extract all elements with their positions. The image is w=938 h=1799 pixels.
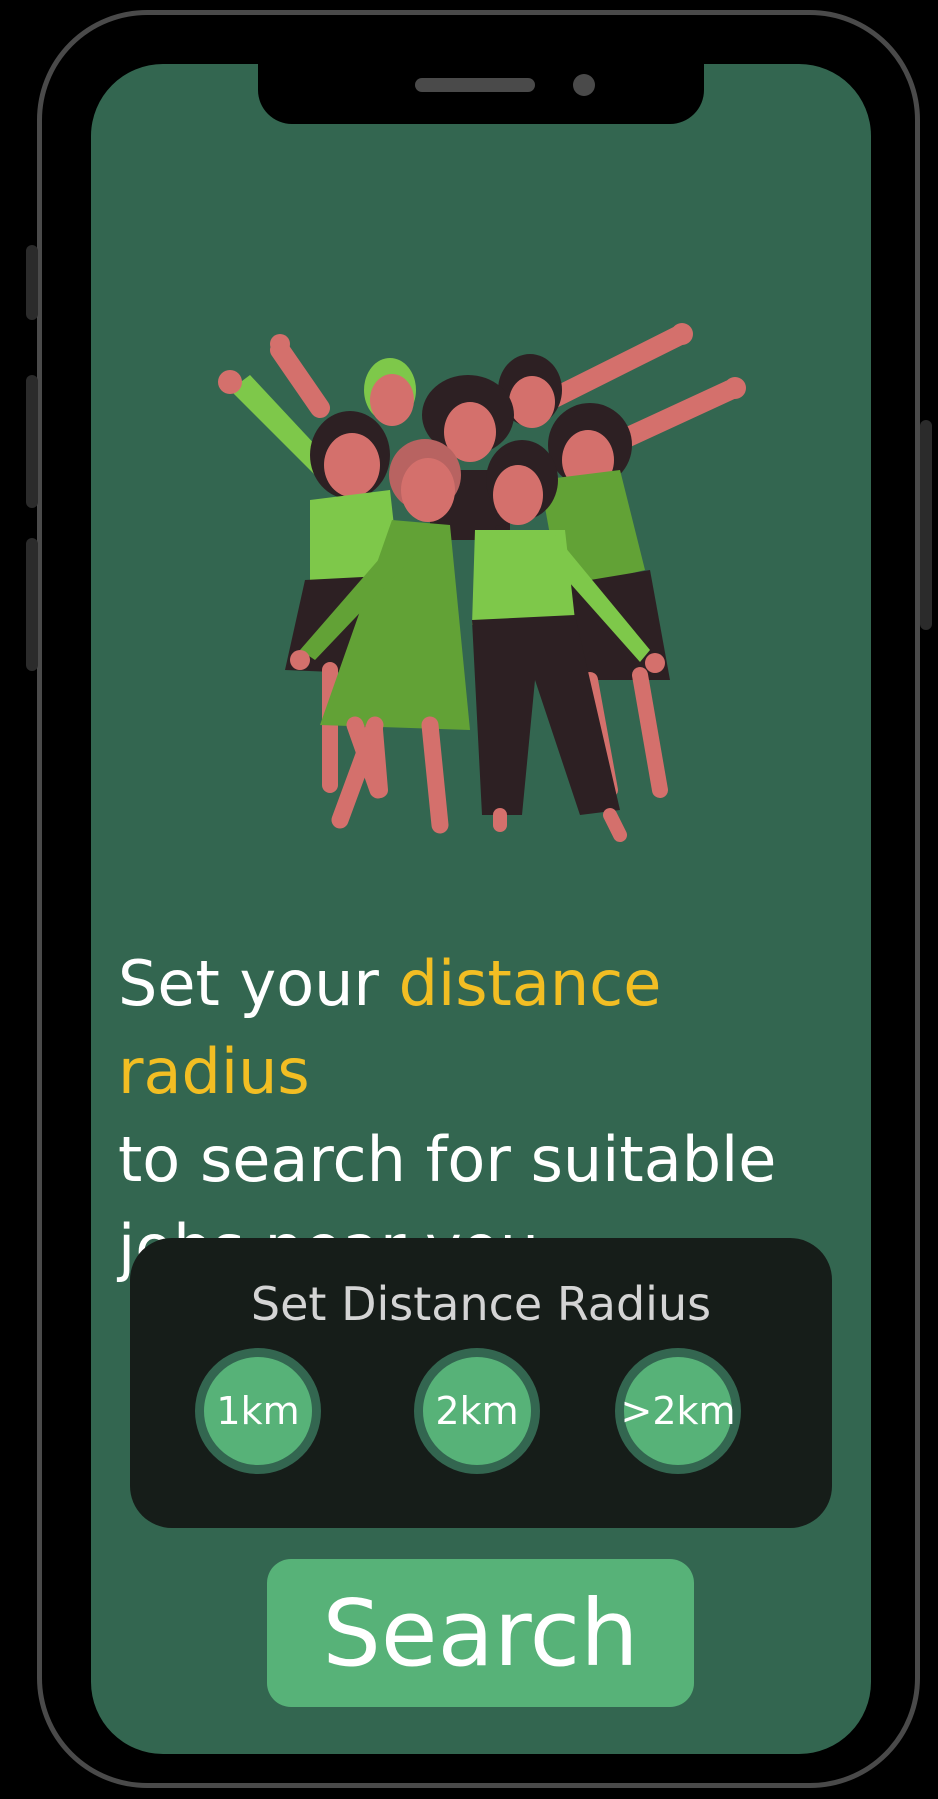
camera-icon bbox=[573, 74, 595, 96]
phone-power-button bbox=[920, 420, 932, 630]
phone-notch bbox=[258, 64, 704, 124]
radius-option-more-than-2km[interactable]: >2km bbox=[615, 1348, 741, 1474]
headline-line-2: to search for suitable bbox=[118, 1123, 777, 1196]
phone-volume-up-button bbox=[26, 375, 38, 508]
radius-card-title: Set Distance Radius bbox=[250, 1277, 712, 1331]
radius-option-1km[interactable]: 1km bbox=[195, 1348, 321, 1474]
phone-silent-switch bbox=[26, 245, 38, 320]
headline-line-1: Set your distance radius bbox=[118, 940, 858, 1116]
headline-prefix: Set your bbox=[118, 947, 399, 1020]
search-button[interactable]: Search bbox=[267, 1559, 694, 1707]
radius-option-2km[interactable]: 2km bbox=[414, 1348, 540, 1474]
phone-volume-down-button bbox=[26, 538, 38, 671]
speaker-icon bbox=[415, 78, 535, 92]
group-of-women-illustration bbox=[218, 323, 746, 842]
distance-radius-card: Set Distance Radius 1km 2km >2km bbox=[130, 1238, 832, 1528]
